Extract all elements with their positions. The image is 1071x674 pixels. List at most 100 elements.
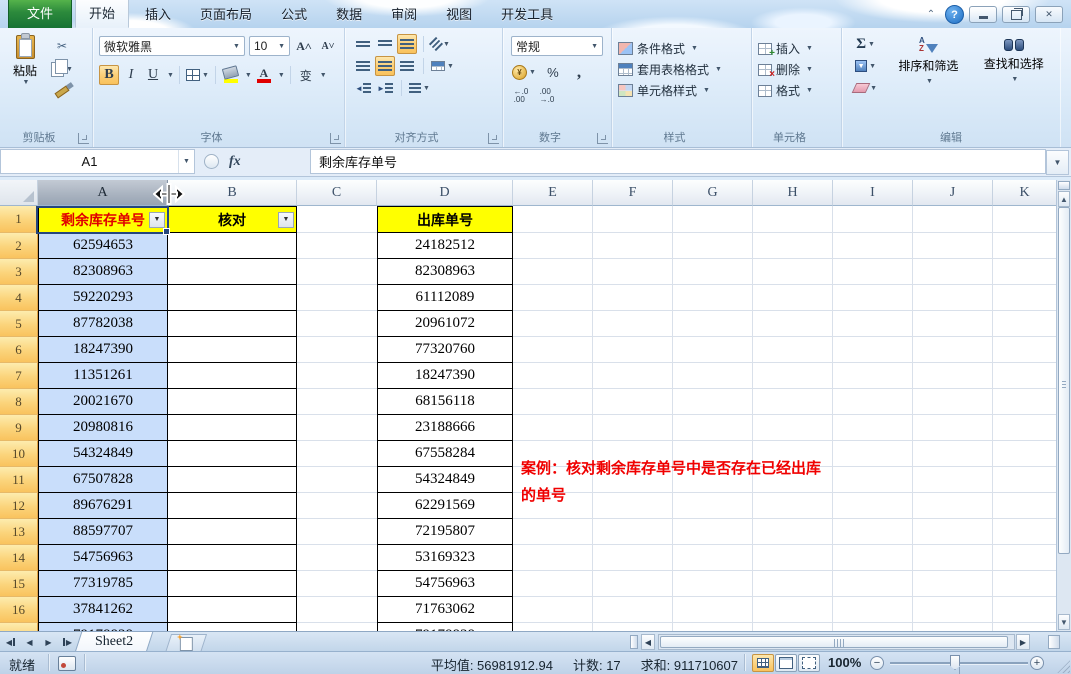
cell-J3[interactable] [913,259,993,285]
page-layout-view-button[interactable] [775,654,797,672]
cell-C2[interactable] [297,233,377,259]
cell-J13[interactable] [913,519,993,545]
cell-D15[interactable]: 54756963 [377,571,513,597]
cell-G14[interactable] [673,545,753,571]
copy-button[interactable]: ▼ [50,58,74,79]
cell-E13[interactable] [513,519,593,545]
row-header-4[interactable]: 4 [0,285,38,311]
cell-K14[interactable] [993,545,1056,571]
cell-B15[interactable] [168,571,297,597]
cell-F13[interactable] [593,519,673,545]
cell-F1[interactable] [593,206,673,233]
cell-I1[interactable] [833,206,913,233]
restore-button[interactable] [1002,6,1030,23]
scroll-up-icon[interactable]: ▲ [1058,191,1070,207]
ribbon-tab-插入[interactable]: 插入 [132,0,184,28]
expand-formula-bar-icon[interactable]: ▼ [1046,150,1069,175]
cell-K13[interactable] [993,519,1056,545]
orientation-button[interactable]: ▼ [428,34,451,54]
align-top-button[interactable] [353,34,373,54]
cell-G1[interactable] [673,206,753,233]
alignment-dialog-launcher[interactable] [488,133,499,144]
column-header-A[interactable]: A [38,180,168,206]
filter-dropdown-B1[interactable]: ▼ [278,211,294,228]
zoom-level[interactable]: 100% [828,655,861,670]
ribbon-tab-审阅[interactable]: 审阅 [378,0,430,28]
paste-button[interactable]: 粘贴 ▼ [4,33,46,102]
align-middle-button[interactable] [375,34,395,54]
cell-B14[interactable] [168,545,297,571]
row-header-14[interactable]: 14 [0,545,38,571]
cell-C7[interactable] [297,363,377,389]
cell-E1[interactable] [513,206,593,233]
cell-K17[interactable] [993,623,1056,631]
column-header-J[interactable]: J [913,180,993,206]
format-painter-button[interactable] [50,82,74,102]
increase-decimal-button[interactable]: ←.0.00 [511,86,531,106]
vertical-split-handle[interactable] [1058,181,1070,190]
cell-C15[interactable] [297,571,377,597]
percent-style-button[interactable]: % [543,62,563,82]
align-bottom-button[interactable] [397,34,417,54]
column-header-D[interactable]: D [377,180,513,206]
cell-K6[interactable] [993,337,1056,363]
cell-G5[interactable] [673,311,753,337]
cell-J2[interactable] [913,233,993,259]
name-box[interactable]: A1 ▼ [0,149,195,174]
cell-G8[interactable] [673,389,753,415]
cut-button[interactable]: ✂ [50,36,74,56]
cell-D14[interactable]: 53169323 [377,545,513,571]
clipboard-dialog-launcher[interactable] [78,133,89,144]
cell-I17[interactable] [833,623,913,631]
cell-I3[interactable] [833,259,913,285]
ribbon-tab-视图[interactable]: 视图 [433,0,485,28]
cell-C6[interactable] [297,337,377,363]
cell-C8[interactable] [297,389,377,415]
align-center-button[interactable] [375,56,395,76]
cell-D10[interactable]: 67558284 [377,441,513,467]
window-resize-grip[interactable] [1057,660,1070,673]
cell-E9[interactable] [513,415,593,441]
cell-C17[interactable] [297,623,377,631]
first-sheet-icon[interactable]: ◀ [2,634,19,650]
cell-H9[interactable] [753,415,833,441]
cell-E5[interactable] [513,311,593,337]
cell-I7[interactable] [833,363,913,389]
cell-D5[interactable]: 20961072 [377,311,513,337]
number-format-select[interactable]: 常规 ▼ [511,36,603,56]
cell-A10[interactable]: 54324849 [38,441,168,467]
find-select-button[interactable]: 查找和选择 ▼ [972,34,1056,98]
prev-sheet-icon[interactable]: ◀ [21,634,38,650]
cell-K4[interactable] [993,285,1056,311]
increase-indent-button[interactable]: ► [375,78,395,98]
normal-view-button[interactable] [752,654,774,672]
cell-A2[interactable]: 62594653 [38,233,168,259]
cell-F8[interactable] [593,389,673,415]
cell-A5[interactable]: 87782038 [38,311,168,337]
cell-C5[interactable] [297,311,377,337]
cell-I4[interactable] [833,285,913,311]
cell-E7[interactable] [513,363,593,389]
row-header-9[interactable]: 9 [0,415,38,441]
cell-I16[interactable] [833,597,913,623]
select-all-button[interactable] [0,180,38,206]
cell-I15[interactable] [833,571,913,597]
phonetic-guide-button[interactable]: 变 [296,65,316,85]
insert-cells-button[interactable]: + 插入 ▼ [754,38,839,59]
cell-I2[interactable] [833,233,913,259]
ribbon-tab-文件[interactable]: 文件 [8,0,73,28]
column-header-H[interactable]: H [753,180,833,206]
cell-E17[interactable] [513,623,593,631]
cell-J4[interactable] [913,285,993,311]
cell-D12[interactable]: 62291569 [377,493,513,519]
conditional-formatting-button[interactable]: 条件格式 ▼ [614,38,749,59]
cell-F5[interactable] [593,311,673,337]
cell-G4[interactable] [673,285,753,311]
cell-K3[interactable] [993,259,1056,285]
merge-center-button[interactable]: ▼ [430,56,455,76]
ribbon-tab-公式[interactable]: 公式 [268,0,320,28]
cell-H13[interactable] [753,519,833,545]
fill-color-button[interactable] [221,64,241,86]
row-header-8[interactable]: 8 [0,389,38,415]
cell-J5[interactable] [913,311,993,337]
